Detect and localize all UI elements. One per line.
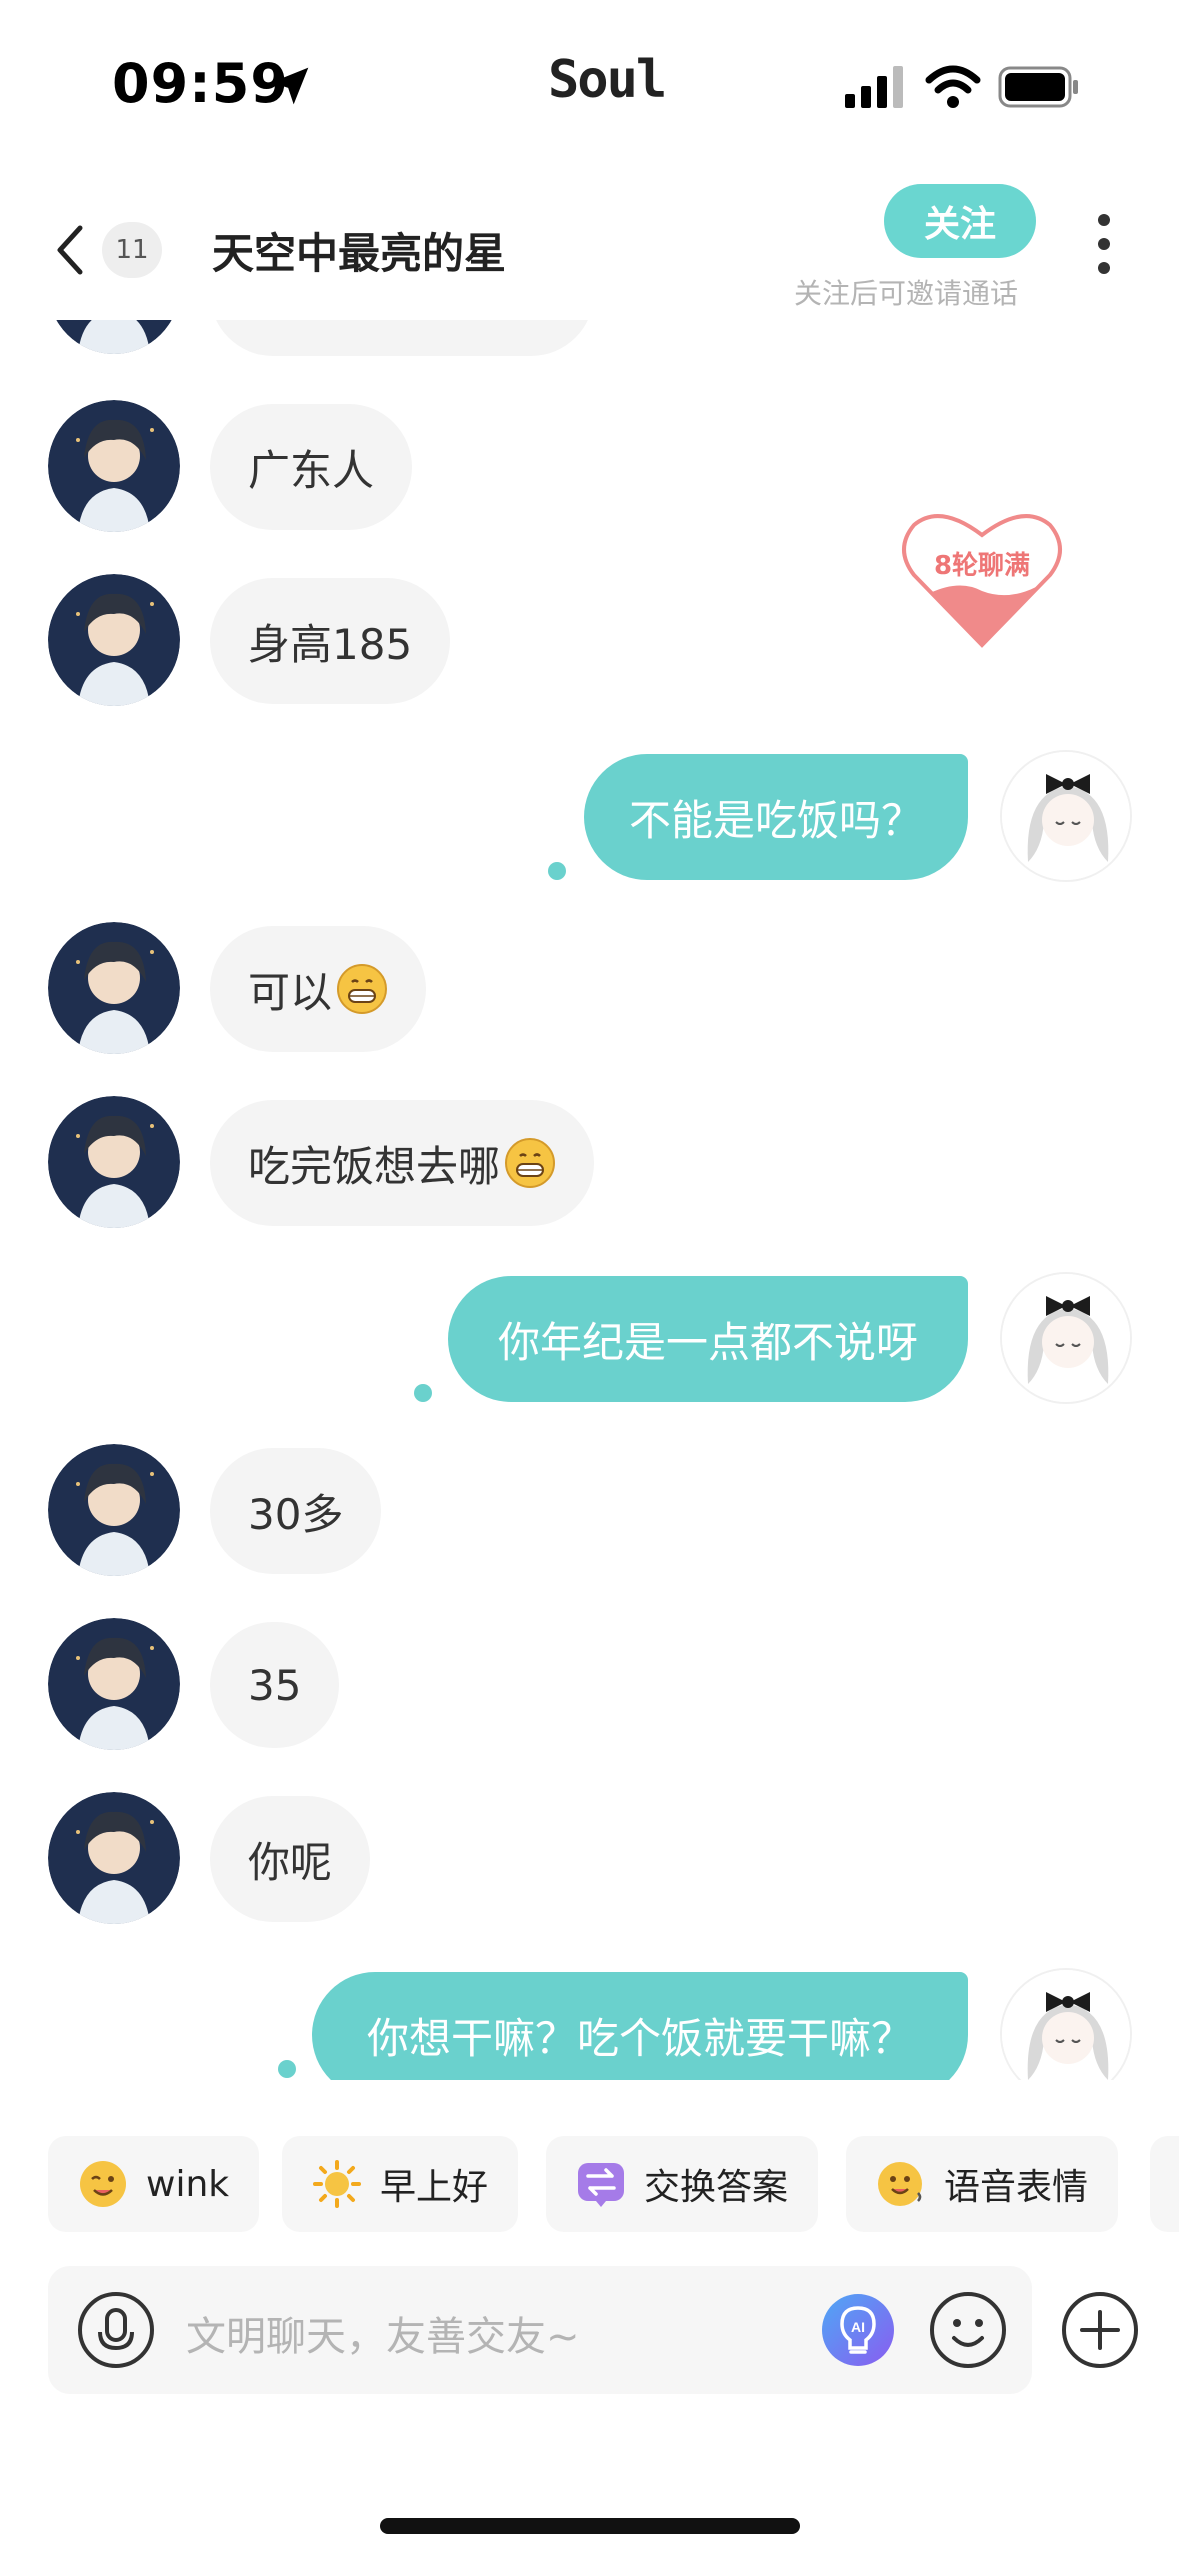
unread-count-badge[interactable]: 11 [102, 222, 162, 278]
outgoing-message[interactable]: 你想干嘛？吃个饭就要干嘛？ [312, 1972, 968, 2080]
battery-icon [998, 66, 1078, 108]
partner-avatar[interactable] [48, 1618, 180, 1750]
emoji-picker-icon[interactable] [928, 2290, 1008, 2370]
swap-icon [578, 2163, 624, 2207]
read-indicator-dot [278, 2060, 296, 2078]
message-input[interactable]: 文明聊天，友善交友~ [186, 2304, 580, 2362]
my-avatar[interactable] [1000, 750, 1132, 882]
chat-partner-name[interactable]: 天空中最亮的星 [212, 220, 506, 281]
partner-avatar[interactable] [48, 320, 180, 354]
read-indicator-dot [548, 862, 566, 880]
wifi-icon [925, 65, 981, 108]
partner-avatar[interactable] [48, 1096, 180, 1228]
clock: 09:59 [112, 52, 289, 115]
incoming-message[interactable]: 广东人 [210, 404, 413, 530]
outgoing-message[interactable]: 不能是吃饭吗？ [584, 754, 968, 880]
chat-rounds-heart-badge[interactable]: 8轮聊满 [900, 505, 1064, 653]
partner-avatar[interactable] [48, 400, 180, 532]
quick-reply-bar[interactable]: wink 早上好 交换答案 语音表情 [0, 2136, 1179, 2236]
incoming-message[interactable]: 吃完饭想去哪 [210, 1100, 595, 1226]
partner-avatar[interactable] [48, 1792, 180, 1924]
add-attachment-icon[interactable] [1060, 2290, 1140, 2370]
chip-label: 早上好 [380, 2167, 489, 2208]
partner-avatar[interactable] [48, 922, 180, 1054]
quick-reply-chip-more[interactable] [1150, 2136, 1179, 2232]
more-options-icon[interactable] [1090, 214, 1118, 288]
wink-emoji-icon [80, 2161, 126, 2207]
my-avatar[interactable] [1000, 1968, 1132, 2080]
quick-reply-chip[interactable]: 早上好 [282, 2136, 519, 2232]
status-bar: 09:59 Soul [0, 0, 1179, 150]
incoming-message[interactable]: 35 [210, 1622, 340, 1748]
home-indicator[interactable] [380, 2518, 800, 2534]
sun-icon [313, 2160, 361, 2208]
chip-label: wink [146, 2163, 230, 2205]
read-indicator-dot [414, 1384, 432, 1402]
partner-avatar[interactable] [48, 1444, 180, 1576]
grin-emoji-icon [505, 1138, 556, 1188]
location-arrow-icon [271, 67, 309, 105]
cellular-signal-icon [845, 66, 903, 108]
my-avatar[interactable] [1000, 1272, 1132, 1404]
app-brand: Soul [548, 50, 667, 110]
incoming-message[interactable]: 身高185 [210, 578, 451, 704]
outgoing-message[interactable]: 你年纪是一点都不说呀 [448, 1276, 968, 1402]
quick-reply-chip[interactable]: wink [48, 2136, 260, 2232]
grin-emoji-icon [337, 964, 388, 1014]
message-text: 吃完饭想去哪 [248, 1141, 501, 1191]
quick-reply-chip[interactable]: 语音表情 [846, 2136, 1119, 2232]
back-arrow-icon[interactable] [50, 220, 90, 280]
incoming-message[interactable]: 你呢 [210, 1796, 371, 1922]
message-text: 可以 [248, 967, 333, 1017]
svg-text:AI: AI [851, 2319, 865, 2335]
message-list[interactable]: 8轮聊满 广东人 身高185 不能是吃饭吗？ 可以 吃完饭想去哪 你年纪是一点都… [0, 320, 1179, 2080]
chip-label: 语音表情 [944, 2167, 1089, 2208]
partner-avatar[interactable] [48, 574, 180, 706]
chip-label: 交换答案 [644, 2167, 789, 2208]
quick-reply-chip[interactable]: 交换答案 [546, 2136, 819, 2232]
chat-header: 11 天空中最亮的星 关注 关注后可邀请通话 [0, 180, 1179, 320]
voice-emoji-icon [878, 2162, 922, 2206]
heart-badge-label: 8轮聊满 [933, 551, 1031, 581]
incoming-message[interactable]: 可以 [210, 926, 427, 1052]
voice-input-icon[interactable] [76, 2290, 156, 2370]
message-bubble-partial [210, 320, 594, 356]
follow-button[interactable]: 关注 [884, 184, 1036, 258]
follow-hint-text: 关注后可邀请通话 [794, 277, 1019, 310]
message-input-bar[interactable]: 文明聊天，友善交友~ AI [48, 2266, 1032, 2394]
incoming-message[interactable]: 30多 [210, 1448, 382, 1574]
ai-assistant-icon[interactable]: AI [820, 2292, 896, 2368]
